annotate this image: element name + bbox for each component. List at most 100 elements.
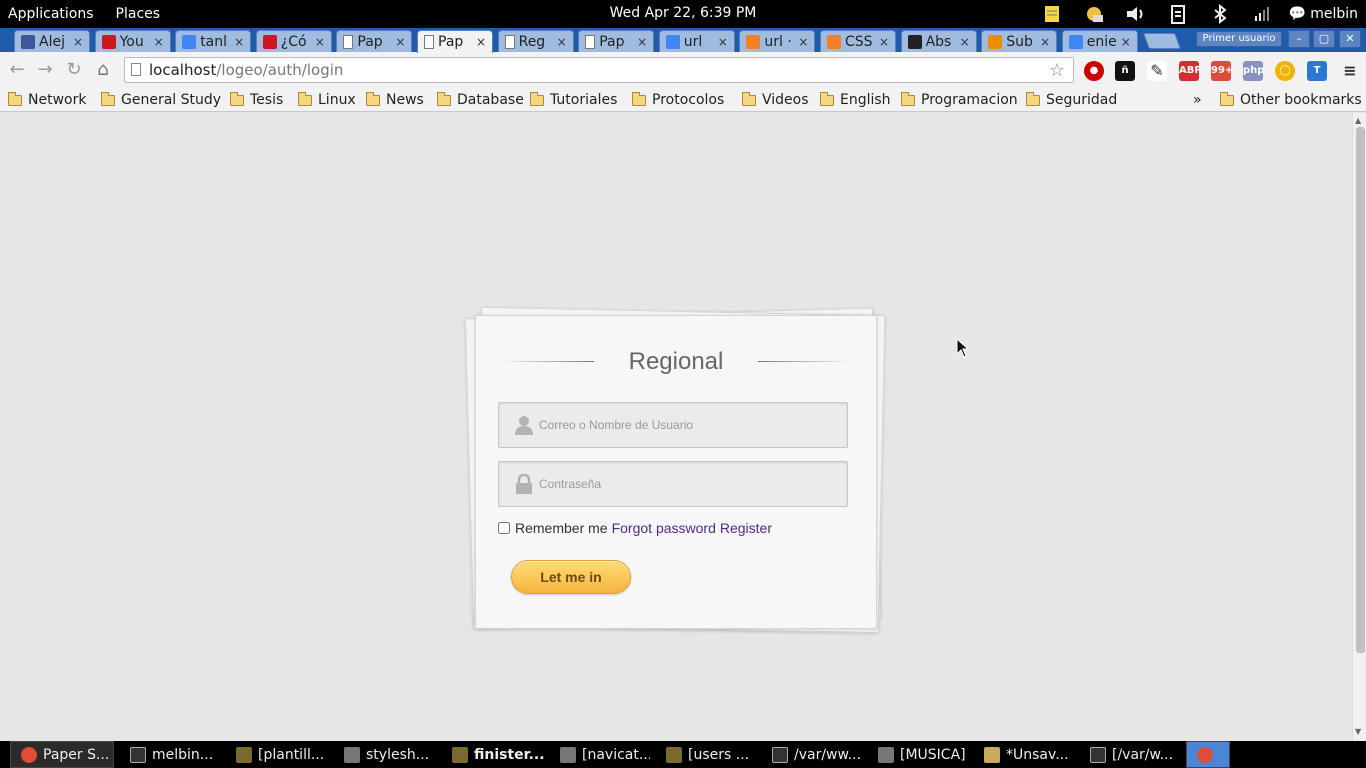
taskbar-item[interactable]	[1186, 741, 1230, 768]
tab-13[interactable]: enie ×	[1061, 30, 1138, 52]
new-tab-button[interactable]	[1143, 33, 1181, 49]
enye-icon[interactable]: ñ	[1115, 61, 1135, 81]
tab-2[interactable]: tanl ×	[175, 30, 252, 52]
taskbar-item[interactable]: melbin...	[120, 741, 220, 768]
tab-11[interactable]: Abs ×	[900, 30, 977, 52]
maximize-icon[interactable]: ▢	[1313, 30, 1335, 48]
folder-icon	[230, 91, 244, 106]
tab-close-icon[interactable]: ×	[393, 35, 407, 49]
profile-button[interactable]: Primer usuario	[1196, 31, 1282, 47]
address-bar[interactable]: localhost/logeo/auth/login ☆	[124, 57, 1074, 83]
taskbar-item[interactable]: [/var/w...	[1080, 741, 1180, 768]
bookmark-folder[interactable]: Database	[437, 90, 524, 110]
clipboard-icon[interactable]	[1165, 3, 1191, 25]
other-bookmarks[interactable]: Other bookmarks	[1220, 90, 1362, 110]
taskbar-item[interactable]: /var/ww...	[762, 741, 862, 768]
tab-close-icon[interactable]: ×	[716, 35, 730, 49]
bookmark-folder[interactable]: Network	[8, 90, 86, 110]
page-scrollbar[interactable]: ▲ ▼	[1352, 113, 1366, 741]
tab-0[interactable]: Alej ×	[14, 30, 90, 52]
taskbar-item[interactable]: *Unsav...	[974, 741, 1074, 768]
tab-close-icon[interactable]: ×	[313, 35, 327, 49]
minimize-icon[interactable]: –	[1288, 30, 1310, 48]
chat-icon[interactable]: 💬	[1289, 6, 1306, 22]
stop-icon[interactable]: ●	[1084, 61, 1104, 81]
tab-close-icon[interactable]: ×	[958, 35, 972, 49]
tab-close-icon[interactable]: ×	[877, 35, 891, 49]
signal-icon[interactable]	[1249, 3, 1275, 25]
taskbar-item[interactable]: [users ...	[656, 741, 756, 768]
tab-10[interactable]: CSS ×	[820, 30, 896, 52]
tab-9[interactable]: url · ×	[739, 30, 816, 52]
taskbar-item[interactable]: [plantill...	[226, 741, 328, 768]
tab-close-icon[interactable]: ×	[71, 35, 85, 49]
bookmark-folder[interactable]: Seguridad	[1026, 90, 1117, 110]
scroll-down-icon[interactable]: ▼	[1355, 727, 1361, 736]
menu-icon[interactable]: ≡	[1340, 61, 1360, 81]
tab-close-icon[interactable]: ×	[796, 35, 810, 49]
notes-icon[interactable]	[1039, 3, 1065, 25]
bookmark-folder[interactable]: Tutoriales	[530, 90, 617, 110]
user-menu[interactable]: melbin	[1310, 6, 1358, 22]
taskbar-item[interactable]: stylesh...	[334, 741, 436, 768]
php-icon[interactable]: php	[1243, 61, 1264, 81]
google-mail-checker-icon[interactable]: 99+	[1211, 61, 1233, 81]
tab-close-icon[interactable]: ×	[474, 35, 488, 49]
bookmark-folder[interactable]: Linux	[298, 90, 356, 110]
bookmark-folder[interactable]: Protocolos	[632, 90, 724, 110]
tab-4[interactable]: Pap ×	[336, 30, 413, 52]
tab-5[interactable]: Pap ×	[417, 30, 493, 53]
login-button[interactable]: Let me in	[511, 560, 631, 594]
tab-12[interactable]: Sub ×	[981, 30, 1058, 52]
taskbar-item[interactable]: [MUSICA]	[868, 741, 968, 768]
forgot-password-link[interactable]: Forgot password	[612, 520, 716, 536]
bookmark-folder[interactable]: News	[366, 90, 424, 110]
taskbar-item[interactable]: [navicat...	[550, 741, 650, 768]
tab-close-icon[interactable]: ×	[232, 35, 246, 49]
password-input[interactable]	[539, 472, 839, 496]
bookmark-folder[interactable]: General Study	[101, 90, 221, 110]
volume-icon[interactable]	[1123, 3, 1149, 25]
remember-checkbox[interactable]	[498, 522, 510, 534]
applications-menu[interactable]: Applications	[0, 6, 102, 22]
bookmark-star-icon[interactable]: ☆	[1049, 60, 1065, 81]
tab-close-icon[interactable]: ×	[152, 35, 166, 49]
scroll-up-icon[interactable]: ▲	[1355, 116, 1361, 125]
tab-3[interactable]: ¿Có ×	[255, 30, 332, 52]
tab-close-icon[interactable]: ×	[1119, 35, 1133, 49]
bookmark-folder[interactable]: Videos	[742, 90, 809, 110]
clock[interactable]: Wed Apr 22, 6:39 PM	[610, 5, 757, 21]
bookmark-folder[interactable]: Tesis	[230, 90, 283, 110]
bookmarks-overflow-button[interactable]: »	[1193, 90, 1202, 110]
chrome-ring-icon[interactable]: ◯	[1275, 61, 1295, 81]
tab-8[interactable]: url ×	[658, 30, 735, 52]
google-icon	[665, 34, 680, 49]
tab-6[interactable]: Reg ×	[497, 30, 574, 52]
reload-button[interactable]: ↻	[63, 59, 85, 81]
tab-close-icon[interactable]: ×	[1038, 35, 1052, 49]
tab-1[interactable]: You ×	[94, 30, 171, 52]
home-button[interactable]: ⌂	[92, 59, 114, 81]
bookmark-folder[interactable]: Programacion	[901, 90, 1018, 110]
weather-icon[interactable]	[1081, 3, 1107, 25]
username-input[interactable]	[539, 413, 839, 437]
scroll-thumb[interactable]	[1356, 127, 1365, 653]
bookmark-folder[interactable]: English	[820, 90, 891, 110]
taskbar-item[interactable]: Paper S...	[10, 741, 114, 768]
adblock-icon[interactable]: ABP	[1179, 61, 1202, 81]
tab-close-icon[interactable]: ×	[555, 35, 569, 49]
taskbar-item[interactable]: finister...	[442, 741, 544, 768]
register-link[interactable]: Register	[720, 520, 772, 536]
taskbar-item-label: finister...	[474, 746, 544, 763]
translate-icon[interactable]: T	[1307, 61, 1327, 81]
close-window-icon[interactable]: ✕	[1339, 30, 1361, 48]
back-button[interactable]: ←	[6, 59, 28, 81]
tab-7[interactable]: Pap ×	[578, 30, 655, 52]
folder-icon	[298, 91, 312, 106]
places-menu[interactable]: Places	[102, 6, 169, 22]
bluetooth-icon[interactable]	[1207, 3, 1233, 25]
bookmark-label: General Study	[121, 92, 222, 108]
tab-close-icon[interactable]: ×	[635, 35, 649, 49]
forward-button[interactable]: →	[34, 59, 56, 81]
pen-icon[interactable]: ✎	[1147, 61, 1167, 81]
